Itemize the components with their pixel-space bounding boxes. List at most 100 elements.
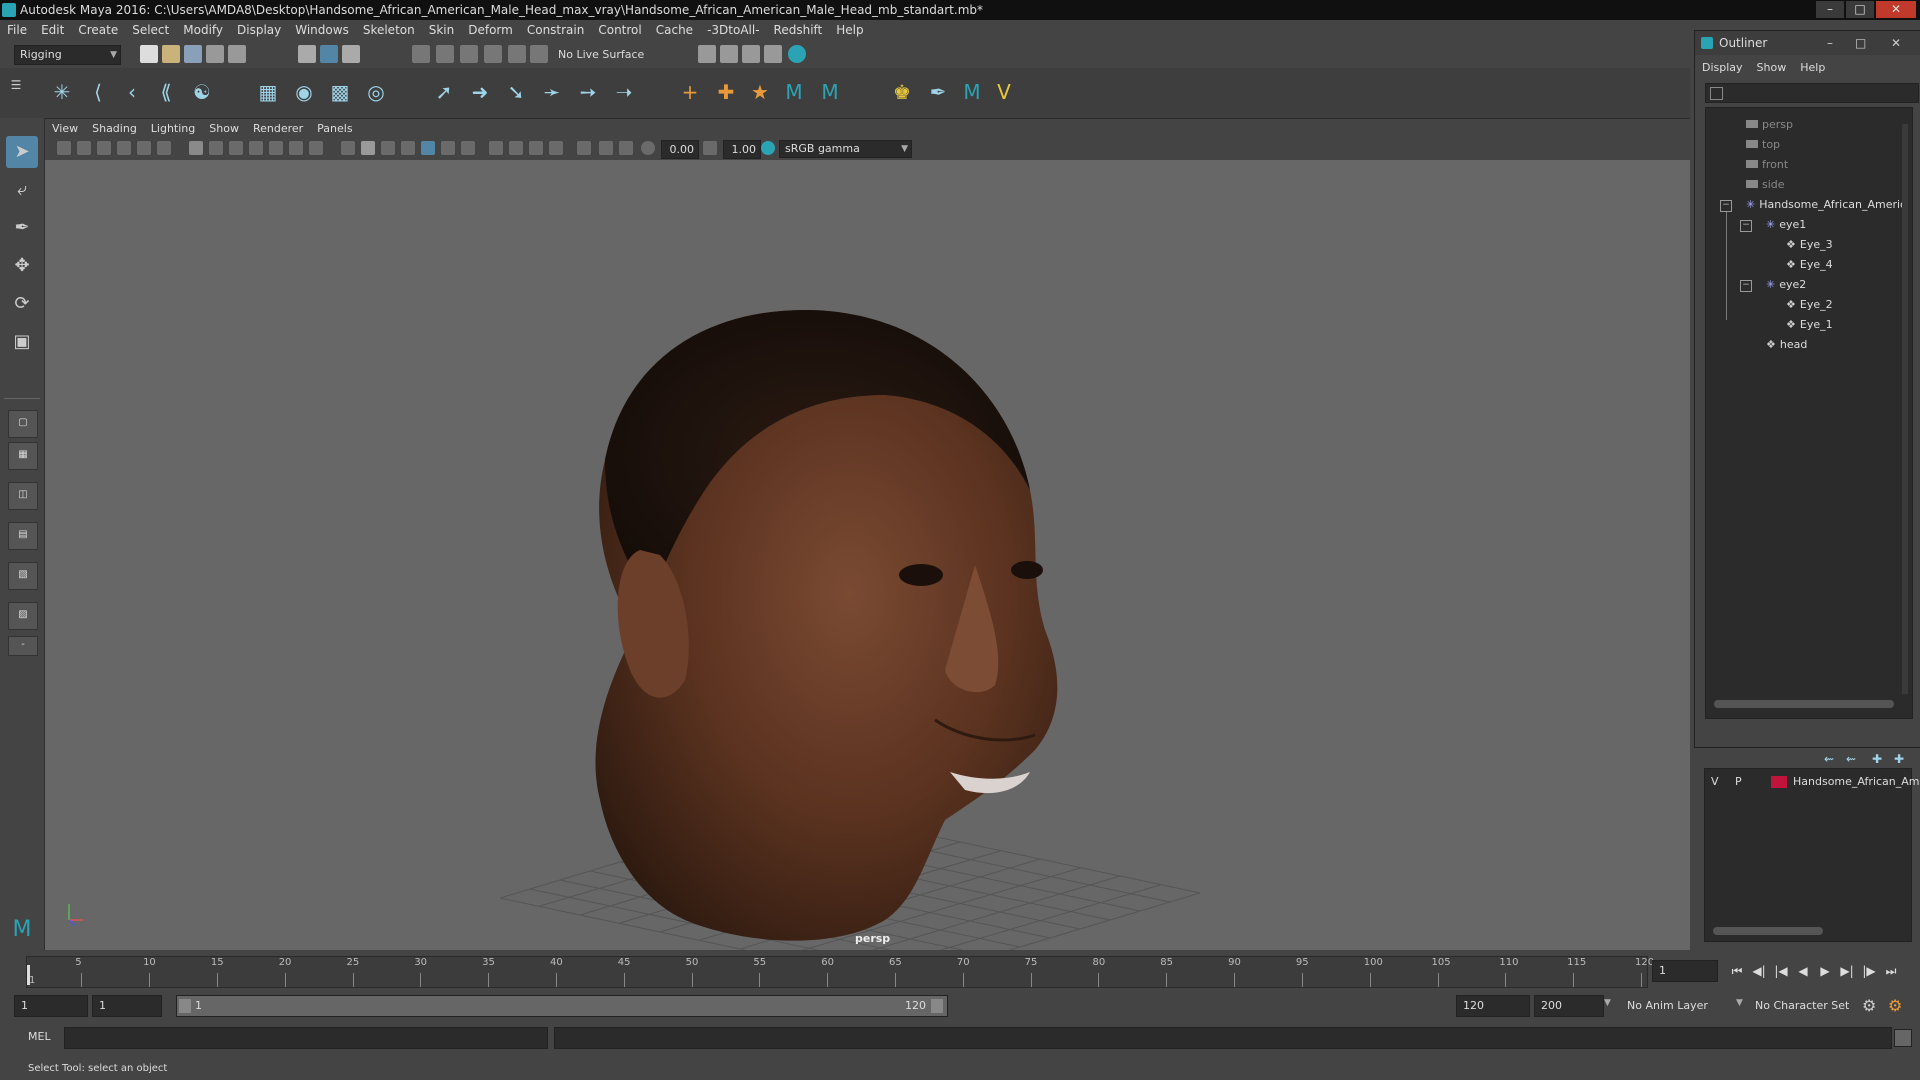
snap-curve-icon[interactable] xyxy=(436,45,454,63)
cmd-language-label[interactable]: MEL xyxy=(28,1030,51,1043)
color-management-icon[interactable] xyxy=(761,141,775,155)
snap-live-icon[interactable] xyxy=(530,45,548,63)
menu-edit[interactable]: Edit xyxy=(34,20,71,41)
collapse-icon[interactable]: − xyxy=(1720,200,1732,212)
point-constraint-icon[interactable]: ➚ xyxy=(430,78,458,106)
script-editor-icon[interactable] xyxy=(1894,1029,1912,1047)
aim-constraint-icon[interactable]: ➜ xyxy=(466,78,494,106)
horizontal-scrollbar[interactable] xyxy=(1713,927,1823,935)
select-tool-icon[interactable]: ➤ xyxy=(6,136,38,168)
time-ruler[interactable]: 1 5 10 15 20 25 30 35 40 45 50 55 60 65 70 75 80 85 90 95 1… xyxy=(26,956,1654,988)
select-object-icon[interactable] xyxy=(320,45,338,63)
menu-constrain[interactable]: Constrain xyxy=(520,20,592,41)
field-chart-icon[interactable] xyxy=(269,141,283,155)
select-hierarchy-icon[interactable] xyxy=(298,45,316,63)
undo-icon[interactable] xyxy=(206,45,224,63)
rotate-tool-icon[interactable]: ⟳ xyxy=(6,288,38,320)
minimize-icon[interactable]: – xyxy=(1827,31,1833,55)
start-time-field[interactable]: 1 xyxy=(14,995,88,1017)
snap-surface-icon[interactable] xyxy=(508,45,526,63)
cluster-icon[interactable]: ◎ xyxy=(362,78,390,106)
close-icon[interactable]: ✕ xyxy=(1891,31,1901,55)
outliner-item-side[interactable]: side xyxy=(1746,176,1785,194)
menu-display[interactable]: Display xyxy=(230,20,288,41)
scale-constraint-icon[interactable]: ➛ xyxy=(538,78,566,106)
hypershade-layout-icon[interactable]: ▨ xyxy=(8,602,38,630)
backface-icon[interactable] xyxy=(619,141,633,155)
step-forward-frame-icon[interactable]: ▶| xyxy=(1838,962,1856,980)
new-scene-icon[interactable] xyxy=(140,45,158,63)
wireframe-icon[interactable] xyxy=(341,141,355,155)
lattice-icon[interactable]: ▩ xyxy=(326,78,354,106)
maya-logo-icon[interactable]: M xyxy=(780,78,808,106)
menu-skeleton[interactable]: Skeleton xyxy=(356,20,422,41)
new-layer-icon[interactable]: ✚ xyxy=(1872,752,1882,766)
new-layer-selected-icon[interactable]: ✚ xyxy=(1894,752,1904,766)
step-forward-key-icon[interactable]: |▶ xyxy=(1860,962,1878,980)
outliner-item-eye2[interactable]: ✳ eye2 xyxy=(1766,276,1806,294)
live-surface-field[interactable]: No Live Surface xyxy=(552,45,659,65)
v-shape-icon[interactable]: V xyxy=(990,78,1018,106)
shadows-icon[interactable] xyxy=(441,141,455,155)
render-view-icon[interactable] xyxy=(698,45,716,63)
exposure-field[interactable]: 0.00 xyxy=(661,140,699,159)
outliner-menu-display[interactable]: Display xyxy=(1695,59,1750,77)
select-component-icon[interactable] xyxy=(342,45,360,63)
menu-create[interactable]: Create xyxy=(71,20,125,41)
panel-menu-view[interactable]: View xyxy=(45,120,85,138)
camera-select-icon[interactable] xyxy=(57,141,71,155)
four-pane-icon[interactable]: ▦ xyxy=(8,442,38,470)
scale-tool-icon[interactable]: ▣ xyxy=(6,326,38,358)
joint-tool-icon[interactable]: ✳ xyxy=(48,78,76,106)
go-to-end-icon[interactable]: ⏭ xyxy=(1882,962,1900,980)
resolution-gate-icon[interactable] xyxy=(229,141,243,155)
menu-cache[interactable]: Cache xyxy=(649,20,700,41)
pole-vector-icon[interactable]: ➝ xyxy=(610,78,638,106)
lasso-tool-icon[interactable]: ⤶ xyxy=(6,174,38,206)
xray-icon[interactable] xyxy=(577,141,591,155)
human-ik-icon[interactable]: ★ xyxy=(746,78,774,106)
range-start-handle[interactable] xyxy=(179,999,191,1013)
gamma-field[interactable]: 1.00 xyxy=(723,140,761,159)
exposure-icon[interactable] xyxy=(641,141,655,155)
menu-redshift[interactable]: Redshift xyxy=(767,20,830,41)
layer-row[interactable]: V P Handsome_African_Am xyxy=(1709,773,1920,791)
minimize-icon[interactable]: – xyxy=(1816,1,1844,18)
play-forward-icon[interactable]: ▶ xyxy=(1816,962,1834,980)
layer-visibility-toggle[interactable]: V xyxy=(1711,773,1719,791)
panel-menu-shading[interactable]: Shading xyxy=(85,120,144,138)
xray-joints-icon[interactable] xyxy=(599,141,613,155)
panel-menu-renderer[interactable]: Renderer xyxy=(246,120,310,138)
vertical-scrollbar[interactable] xyxy=(1902,124,1908,694)
brush-icon[interactable]: ✒ xyxy=(924,78,952,106)
camera-attr-icon[interactable] xyxy=(77,141,91,155)
grease-pencil-icon[interactable] xyxy=(157,141,171,155)
textured-icon[interactable] xyxy=(401,141,415,155)
render-settings-icon[interactable] xyxy=(764,45,782,63)
anim-prefs-icon[interactable]: ⚙ xyxy=(1888,996,1902,1015)
range-bar[interactable]: 1 120 xyxy=(176,995,948,1017)
bind-skin-icon[interactable]: ▦ xyxy=(254,78,282,106)
image-plane-icon[interactable] xyxy=(117,141,131,155)
outliner-item-eye-1[interactable]: ❖ Eye_1 xyxy=(1786,316,1833,334)
horizontal-scrollbar[interactable] xyxy=(1714,700,1894,708)
chevron-down-icon[interactable]: ▼ xyxy=(1736,998,1743,1008)
smooth-shade-icon[interactable] xyxy=(361,141,375,155)
film-gate-icon[interactable] xyxy=(209,141,223,155)
panel-menu-panels[interactable]: Panels xyxy=(310,120,359,138)
outliner-tree[interactable]: persp top front side − ✳ Handsome_African… xyxy=(1705,107,1913,719)
use-lights-icon[interactable] xyxy=(421,141,435,155)
gamma-icon[interactable] xyxy=(703,141,717,155)
maximize-icon[interactable]: □ xyxy=(1855,31,1866,55)
render-frame-icon[interactable] xyxy=(720,45,738,63)
menu-file[interactable]: File xyxy=(0,20,34,41)
layer-move-down-icon[interactable]: ⇜ xyxy=(1846,752,1856,766)
playback-start-field[interactable]: 1 xyxy=(92,995,162,1017)
command-input[interactable] xyxy=(64,1027,548,1049)
outliner-item-eye-2[interactable]: ❖ Eye_2 xyxy=(1786,296,1833,314)
layer-color-swatch[interactable] xyxy=(1771,776,1787,788)
snap-grid-icon[interactable] xyxy=(412,45,430,63)
menu-select[interactable]: Select xyxy=(125,20,176,41)
menuset-dropdown[interactable]: Rigging ▼ xyxy=(14,45,121,65)
parent-constraint-icon[interactable]: ➙ xyxy=(574,78,602,106)
